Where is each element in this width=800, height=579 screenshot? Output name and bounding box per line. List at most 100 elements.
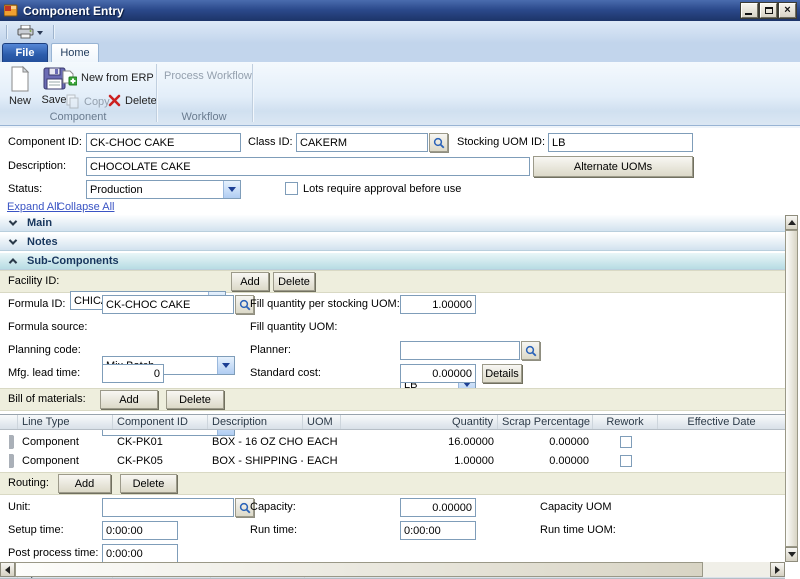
class-id-lookup-button[interactable] <box>429 133 448 152</box>
facility-delete-button[interactable]: Delete <box>273 272 315 291</box>
section-header-notes[interactable]: Notes <box>0 234 785 251</box>
header-effective-date[interactable]: Effective Date <box>658 415 785 429</box>
row-selector[interactable] <box>0 454 18 468</box>
routing-delete-button[interactable]: Delete <box>120 474 177 493</box>
copy-icon <box>66 94 80 109</box>
cell-quantity: 1.00000 <box>341 454 498 468</box>
planner-lookup-button[interactable] <box>521 341 540 360</box>
section-header-main[interactable]: Main <box>0 215 785 232</box>
app-icon <box>4 4 18 17</box>
section-notes-label: Notes <box>27 236 58 248</box>
tab-home[interactable]: Home <box>51 43 99 62</box>
bom-add-button[interactable]: Add <box>100 390 158 409</box>
fill-qty-label: Fill quantity per stocking UOM: <box>250 298 400 310</box>
class-id-field[interactable] <box>296 133 428 152</box>
scroll-left-button[interactable] <box>0 562 15 577</box>
cell-component-id: CK-PK05 <box>113 454 208 468</box>
planner-label: Planner: <box>250 344 291 356</box>
vertical-scrollbar-thumb[interactable] <box>785 230 798 547</box>
expand-all-link[interactable]: Expand All <box>7 201 59 213</box>
lots-approval-label: Lots require approval before use <box>303 183 461 195</box>
row-arrow-icon <box>9 435 14 449</box>
formula-id-field[interactable] <box>102 295 234 314</box>
mfg-lead-time-label: Mfg. lead time: <box>8 367 80 379</box>
maximize-button[interactable] <box>760 3 777 18</box>
copy-label: Copy <box>84 96 110 108</box>
header-uom[interactable]: UOM <box>303 415 341 429</box>
tab-file[interactable]: File <box>2 43 48 62</box>
fill-qty-field[interactable] <box>400 295 476 314</box>
bom-delete-button[interactable]: Delete <box>166 390 224 409</box>
row-selector-header <box>0 415 18 429</box>
stocking-uom-label: Stocking UOM ID: <box>457 136 545 148</box>
unit-field[interactable] <box>102 498 234 517</box>
minimize-button[interactable] <box>741 3 758 18</box>
dropdown-arrow-icon[interactable] <box>217 357 234 374</box>
stocking-uom-field[interactable] <box>548 133 693 152</box>
header-description[interactable]: Description <box>208 415 303 429</box>
copy-button[interactable]: Copy <box>66 94 110 109</box>
component-id-label: Component ID: <box>8 136 82 148</box>
section-header-sub-components[interactable]: Sub-Components <box>0 253 785 270</box>
planning-code-label: Planning code: <box>8 344 81 356</box>
delete-button[interactable]: Delete <box>108 94 157 107</box>
dropdown-arrow-icon[interactable] <box>223 181 240 198</box>
new-button-label: New <box>9 95 31 107</box>
run-time-uom-label: Run time UOM: <box>540 524 616 536</box>
header-quantity[interactable]: Quantity <box>341 415 498 429</box>
header-component-id[interactable]: Component ID <box>113 415 208 429</box>
component-id-field[interactable] <box>86 133 241 152</box>
details-button[interactable]: Details <box>482 364 522 383</box>
scroll-down-button[interactable] <box>785 547 798 562</box>
facility-band <box>0 270 785 293</box>
scroll-right-button[interactable] <box>770 562 785 577</box>
delete-x-icon <box>108 94 121 107</box>
section-main-label: Main <box>27 217 52 229</box>
chevron-up-icon <box>9 258 17 266</box>
capacity-field[interactable] <box>400 498 476 517</box>
row-selector[interactable] <box>0 435 18 449</box>
rework-checkbox[interactable] <box>620 436 632 448</box>
new-from-erp-button[interactable]: New from ERP <box>62 70 154 86</box>
run-time-field[interactable] <box>400 521 476 540</box>
rework-checkbox[interactable] <box>620 455 632 467</box>
post-process-time-field[interactable] <box>102 544 178 563</box>
print-button[interactable] <box>13 23 47 41</box>
vertical-scrollbar[interactable] <box>785 215 798 562</box>
bom-table-row[interactable]: Component CK-PK05 BOX - SHIPPING - CHC E… <box>0 451 785 470</box>
planner-field[interactable] <box>400 341 520 360</box>
lots-approval-checkbox[interactable] <box>285 182 298 195</box>
bom-table-row[interactable]: Component CK-PK01 BOX - 16 OZ CHOCOLA EA… <box>0 432 785 451</box>
alternate-uoms-button[interactable]: Alternate UOMs <box>533 156 693 177</box>
post-process-time-label: Post process time: <box>8 547 98 559</box>
setup-time-field[interactable] <box>102 521 178 540</box>
standard-cost-field[interactable] <box>400 364 476 383</box>
cell-effective-date <box>658 441 785 443</box>
close-button[interactable]: × <box>779 3 796 18</box>
arrow-right-icon <box>775 566 780 574</box>
header-line-type[interactable]: Line Type <box>18 415 113 429</box>
process-workflow-button[interactable]: Process Workflow <box>164 70 252 82</box>
status-label: Status: <box>8 183 42 195</box>
collapse-all-link[interactable]: Collapse All <box>57 201 114 213</box>
ribbon-group-separator <box>252 64 253 122</box>
standard-cost-label: Standard cost: <box>250 367 321 379</box>
mfg-lead-time-field[interactable] <box>102 364 164 383</box>
routing-add-button[interactable]: Add <box>58 474 111 493</box>
print-dropdown-caret-icon[interactable] <box>37 31 43 35</box>
new-button[interactable]: New <box>4 66 36 107</box>
facility-id-label: Facility ID: <box>8 275 59 287</box>
unit-label: Unit: <box>8 501 31 513</box>
horizontal-scrollbar-thumb[interactable] <box>15 562 703 577</box>
status-value: Production <box>90 184 143 196</box>
scroll-up-button[interactable] <box>785 215 798 230</box>
description-label: Description: <box>8 160 66 172</box>
header-rework[interactable]: Rework <box>593 415 658 429</box>
magnifier-icon <box>239 299 251 311</box>
status-dropdown[interactable]: Production <box>86 180 241 199</box>
horizontal-scrollbar[interactable] <box>0 562 785 577</box>
header-scrap-percentage[interactable]: Scrap Percentage <box>498 415 593 429</box>
description-field[interactable] <box>86 157 530 176</box>
facility-add-button[interactable]: Add <box>231 272 269 291</box>
formula-id-label: Formula ID: <box>8 298 65 310</box>
